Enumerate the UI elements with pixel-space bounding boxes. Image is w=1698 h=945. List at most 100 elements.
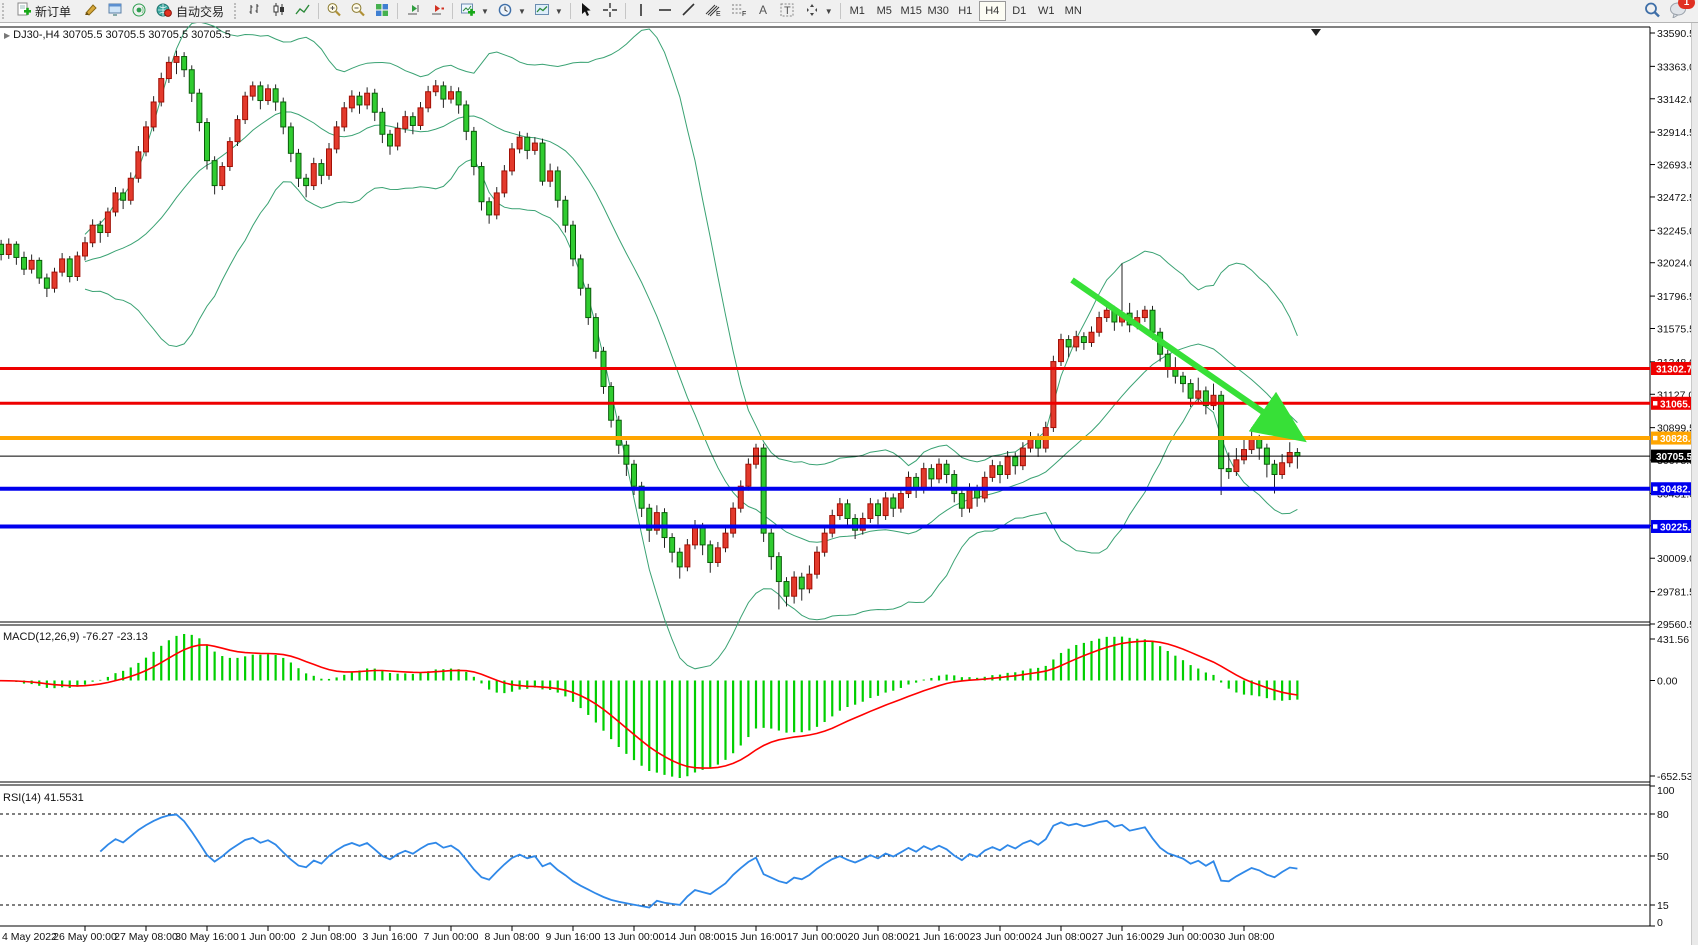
- text-label-icon: T: [779, 2, 796, 21]
- bar-chart-button[interactable]: [243, 1, 267, 21]
- svg-text:20 Jun 08:00: 20 Jun 08:00: [848, 931, 909, 943]
- rsi-indicator-label: RSI(14) 41.5531: [3, 792, 84, 804]
- line-chart-icon: [295, 2, 311, 21]
- trendline-icon: [681, 2, 697, 21]
- toolbar-separator: [839, 3, 841, 19]
- equidistant-channel-button[interactable]: E: [701, 1, 726, 21]
- svg-text:4 May 2022: 4 May 2022: [2, 931, 57, 943]
- fibonacci-icon: F: [730, 2, 747, 21]
- timeframe-button-m15[interactable]: M15: [898, 1, 925, 21]
- timeframe-button-m5[interactable]: M5: [871, 1, 898, 21]
- toolbar-grip: [234, 3, 241, 19]
- vertical-line-button[interactable]: [629, 1, 653, 21]
- cursor-icon: [578, 2, 594, 21]
- trendline-button[interactable]: [677, 1, 701, 21]
- svg-text:80: 80: [1657, 809, 1669, 821]
- zoom-out-button[interactable]: [346, 1, 370, 21]
- svg-text:100: 100: [1657, 785, 1675, 797]
- toolbar-separator: [452, 3, 454, 19]
- svg-text:29560.5: 29560.5: [1657, 619, 1695, 631]
- period-dropdown[interactable]: ▼: [493, 1, 530, 21]
- brush-button[interactable]: [79, 1, 103, 21]
- svg-text:32472.5: 32472.5: [1657, 192, 1695, 204]
- zoom-out-icon: [350, 2, 366, 21]
- template-chart-icon: [534, 2, 550, 21]
- timeframe-button-m30[interactable]: M30: [925, 1, 952, 21]
- brush-icon: [83, 2, 99, 21]
- chevron-down-icon: ▼: [554, 6, 563, 16]
- chevron-down-icon: ▼: [481, 6, 489, 16]
- tile-windows-button[interactable]: [370, 1, 394, 21]
- svg-text:3 Jun 16:00: 3 Jun 16:00: [363, 931, 418, 943]
- svg-text:26 May 00:00: 26 May 00:00: [53, 931, 117, 943]
- svg-text:27 Jun 16:00: 27 Jun 16:00: [1092, 931, 1153, 943]
- svg-text:27 May 08:00: 27 May 08:00: [114, 931, 178, 943]
- one-click-trading-arrow[interactable]: ▶: [4, 31, 10, 40]
- svg-text:24 Jun 08:00: 24 Jun 08:00: [1031, 931, 1092, 943]
- timeframe-button-w1[interactable]: W1: [1033, 1, 1060, 21]
- svg-text:14 Jun 08:00: 14 Jun 08:00: [665, 931, 726, 943]
- svg-text:29781.5: 29781.5: [1657, 587, 1695, 599]
- chart-shift-button[interactable]: [425, 1, 449, 21]
- notifications-button[interactable]: 1: [1669, 0, 1695, 21]
- svg-text:0: 0: [1657, 917, 1663, 929]
- chevron-down-icon: ▼: [517, 6, 526, 16]
- macd-indicator-label: MACD(12,26,9) -76.27 -23.13: [3, 631, 148, 643]
- horizontal-line-button[interactable]: [653, 1, 677, 21]
- chart-symbol-title: ▶ DJ30-,H4 30705.5 30705.5 30705.5 30705…: [4, 29, 231, 41]
- cursor-button[interactable]: [574, 1, 598, 21]
- timeframe-button-d1[interactable]: D1: [1006, 1, 1033, 21]
- chart-title-text: DJ30-,H4 30705.5 30705.5 30705.5 30705.5: [13, 29, 231, 41]
- text-label-button[interactable]: T: [775, 1, 800, 21]
- svg-text:30 May 16:00: 30 May 16:00: [175, 931, 239, 943]
- svg-text:9 Jun 16:00: 9 Jun 16:00: [546, 931, 601, 943]
- price-chart-canvas[interactable]: 33590.5 33363.0 33142.0 32914.5 32693.5 32472…: [0, 22, 1698, 945]
- templates-dropdown[interactable]: ▼: [530, 1, 567, 21]
- text-button[interactable]: A: [751, 1, 775, 21]
- terminal-button[interactable]: [103, 1, 127, 21]
- zoom-in-button[interactable]: [322, 1, 346, 21]
- svg-text:17 Jun 00:00: 17 Jun 00:00: [787, 931, 848, 943]
- timeframe-button-m1[interactable]: M1: [844, 1, 871, 21]
- svg-text:31302.7: 31302.7: [1656, 365, 1693, 376]
- svg-text:23 Jun 00:00: 23 Jun 00:00: [970, 931, 1031, 943]
- svg-text:E: E: [716, 11, 721, 18]
- new-order-icon: [16, 2, 31, 20]
- auto-scroll-icon: [405, 2, 421, 21]
- text-icon: A: [756, 2, 770, 21]
- svg-text:31575.5: 31575.5: [1657, 324, 1695, 336]
- chevron-down-icon: ▼: [824, 6, 833, 16]
- svg-text:431.56: 431.56: [1657, 634, 1689, 646]
- signals-icon: [131, 2, 147, 21]
- vertical-scrollbar[interactable]: [1691, 22, 1698, 945]
- auto-trading-button[interactable]: 自动交易: [151, 1, 232, 21]
- new-order-button[interactable]: 新订单: [11, 1, 79, 21]
- search-icon[interactable]: [1643, 1, 1661, 22]
- line-chart-button[interactable]: [291, 1, 315, 21]
- terminal-icon: [107, 2, 123, 21]
- timeframe-button-h1[interactable]: H1: [952, 1, 979, 21]
- timeframe-button-mn[interactable]: MN: [1060, 1, 1087, 21]
- auto-scroll-button[interactable]: [401, 1, 425, 21]
- horizontal-line-icon: [657, 2, 673, 21]
- bar-chart-icon: [247, 2, 263, 21]
- svg-text:29 Jun 00:00: 29 Jun 00:00: [1153, 931, 1214, 943]
- candlestick-button[interactable]: [267, 1, 291, 21]
- svg-text:32245.0: 32245.0: [1657, 225, 1695, 237]
- svg-text:31796.5: 31796.5: [1657, 291, 1695, 303]
- timeframe-button-h4[interactable]: H4: [978, 1, 1006, 21]
- zoom-in-icon: [326, 2, 342, 21]
- svg-text:-652.53: -652.53: [1657, 771, 1693, 783]
- svg-text:A: A: [759, 3, 767, 17]
- svg-text:0.00: 0.00: [1657, 676, 1678, 688]
- svg-text:33363.0: 33363.0: [1657, 61, 1695, 73]
- svg-text:21 Jun 16:00: 21 Jun 16:00: [909, 931, 970, 943]
- crosshair-button[interactable]: [598, 1, 622, 21]
- signals-button[interactable]: [127, 1, 151, 21]
- svg-text:50: 50: [1657, 851, 1669, 863]
- new-chart-dropdown[interactable]: ▼: [456, 1, 493, 21]
- equidistant-channel-icon: E: [705, 2, 722, 21]
- toolbar-separator: [318, 3, 320, 19]
- fibonacci-button[interactable]: F: [726, 1, 751, 21]
- arrows-dropdown[interactable]: ▼: [800, 1, 837, 21]
